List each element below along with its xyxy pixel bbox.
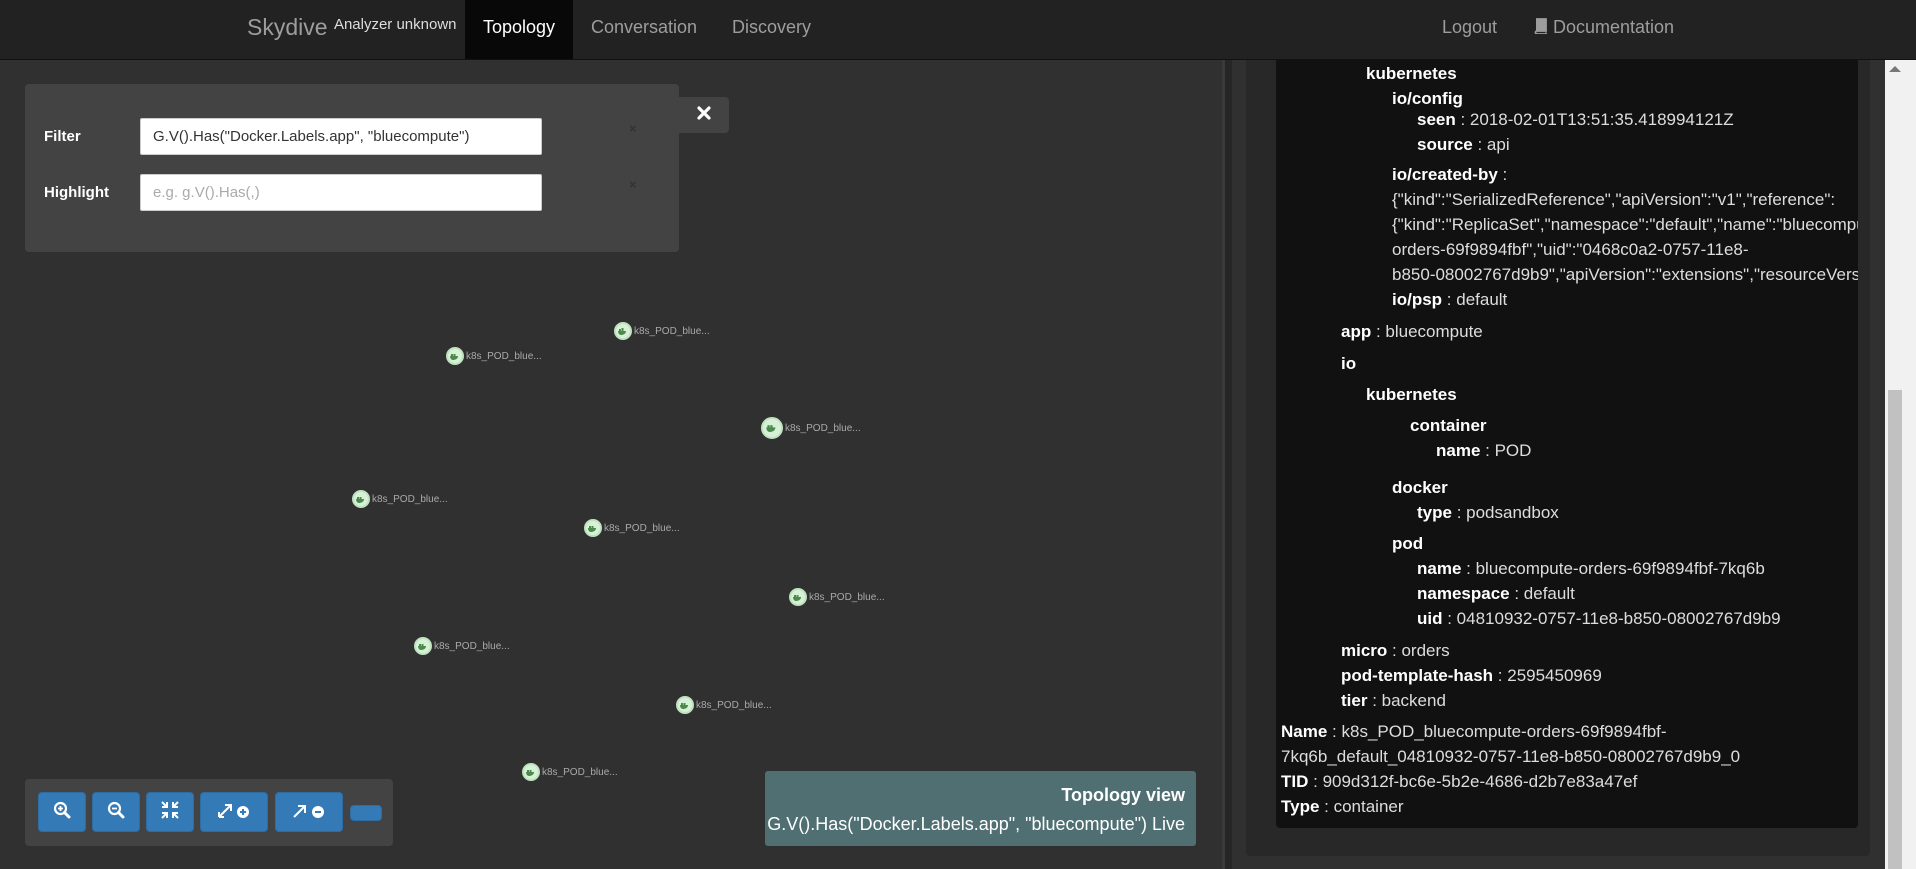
panel-splitter[interactable]	[1222, 60, 1232, 869]
metadata-row: source : api	[1417, 135, 1510, 154]
docker-icon	[446, 347, 464, 365]
collapse-button[interactable]	[275, 792, 343, 832]
metadata-scrollbar[interactable]	[1885, 60, 1916, 869]
logout-link[interactable]: Logout	[1442, 0, 1497, 59]
metadata-row: io/psp : default	[1392, 290, 1508, 309]
node-label: k8s_POD_blue...	[809, 592, 885, 603]
docker-icon	[761, 417, 783, 439]
scroll-up-arrow[interactable]	[1889, 66, 1901, 72]
metadata-row: TID : 909d312f-bc6e-5b2e-4686-d2b7e83a47…	[1281, 772, 1638, 791]
highlight-label: Highlight	[44, 184, 109, 201]
metadata-row: seen : 2018-02-01T13:51:35.418994121Z	[1417, 110, 1734, 129]
documentation-link[interactable]: Documentation	[1534, 0, 1674, 59]
brand[interactable]: Skydive Analyzer unknown	[247, 14, 457, 41]
metadata-row: io	[1341, 354, 1357, 373]
extra-toggle-button[interactable]	[350, 805, 382, 821]
filter-clear-icon[interactable]: ×	[629, 122, 637, 135]
metadata-row: type : podsandbox	[1417, 503, 1559, 522]
zoom-in-button[interactable]	[38, 792, 86, 832]
compress-icon	[161, 800, 179, 824]
node-label: k8s_POD_blue...	[372, 494, 448, 505]
metadata-row: docker	[1392, 478, 1448, 497]
close-filter-button[interactable]	[679, 97, 729, 133]
book-icon	[1534, 1, 1548, 55]
highlight-input[interactable]	[140, 174, 542, 211]
docker-icon	[352, 490, 370, 508]
metadata-row: io/config	[1392, 89, 1463, 108]
tab-conversation[interactable]: Conversation	[591, 0, 697, 59]
metadata-row: {"kind":"ReplicaSet","namespace":"defaul…	[1392, 215, 1858, 234]
tab-label: Discovery	[732, 17, 812, 37]
close-icon	[696, 105, 712, 126]
metadata-row: container	[1410, 416, 1487, 435]
zoom-fit-button[interactable]	[146, 792, 194, 832]
docker-icon	[676, 696, 694, 714]
expand-plus-icon	[217, 801, 251, 824]
node-label: k8s_POD_blue...	[696, 700, 772, 711]
expand-button[interactable]	[200, 792, 268, 832]
node-label: k8s_POD_blue...	[785, 423, 861, 434]
metadata-row: b850-08002767d9b9","apiVersion":"extensi…	[1392, 265, 1858, 284]
metadata-row: pod	[1392, 534, 1424, 553]
node-label: k8s_POD_blue...	[434, 641, 510, 652]
navbar: Skydive Analyzer unknown Topology Conver…	[0, 0, 1916, 60]
metadata-row: micro : orders	[1341, 641, 1450, 660]
metadata-row: name : bluecompute-orders-69f9894fbf-7kq…	[1417, 559, 1765, 578]
brand-subtitle: Analyzer unknown	[333, 16, 457, 33]
documentation-label: Documentation	[1553, 17, 1675, 37]
metadata-row: tier : backend	[1341, 691, 1446, 710]
zoom-out-icon	[107, 801, 125, 824]
metadata-row: Type : container	[1281, 797, 1404, 816]
tab-label: Conversation	[591, 17, 698, 37]
metadata-panel: kubernetes io/config seen : 2018-02-01T1…	[1232, 60, 1916, 869]
metadata-row: {"kind":"SerializedReference","apiVersio…	[1392, 190, 1836, 209]
docker-icon	[414, 637, 432, 655]
node-label: k8s_POD_blue...	[542, 767, 618, 778]
node-label: k8s_POD_blue...	[634, 326, 710, 337]
metadata-row: kubernetes	[1366, 64, 1457, 83]
zoom-out-button[interactable]	[92, 792, 140, 832]
filter-input[interactable]	[140, 118, 542, 155]
zoom-in-icon	[53, 801, 71, 824]
metadata-row: orders-69f9894fbf","uid":"0468c0a2-0757-…	[1392, 240, 1749, 259]
scroll-thumb[interactable]	[1888, 390, 1902, 869]
metadata-row: Name : k8s_POD_bluecompute-orders-69f989…	[1281, 722, 1667, 741]
topology-view-query: G.V().Has("Docker.Labels.app", "bluecomp…	[767, 814, 1185, 834]
tab-topology[interactable]: Topology	[465, 0, 573, 59]
node-label: k8s_POD_blue...	[466, 351, 542, 362]
metadata-box: kubernetes io/config seen : 2018-02-01T1…	[1276, 60, 1858, 828]
docker-icon	[789, 588, 807, 606]
brand-name: Skydive	[247, 14, 328, 40]
node-label: k8s_POD_blue...	[604, 523, 680, 534]
metadata-row: namespace : default	[1417, 584, 1575, 603]
filter-panel: Filter × Highlight ×	[25, 84, 679, 252]
filter-label: Filter	[44, 128, 81, 145]
metadata-row: kubernetes	[1366, 385, 1457, 404]
docker-icon	[614, 322, 632, 340]
collapse-minus-icon	[292, 801, 326, 824]
metadata-row: uid : 04810932-0757-11e8-b850-08002767d9…	[1417, 609, 1781, 628]
highlight-clear-icon[interactable]: ×	[629, 178, 637, 191]
metadata-row: name : POD	[1436, 441, 1532, 460]
topology-view-title: Topology view	[1061, 785, 1185, 805]
tab-discovery[interactable]: Discovery	[732, 0, 811, 59]
logout-label: Logout	[1442, 17, 1498, 37]
metadata-row: 7kq6b_default_04810932-0757-11e8-b850-08…	[1281, 747, 1741, 766]
tab-label: Topology	[482, 17, 556, 37]
metadata-row: app : bluecompute	[1341, 322, 1483, 341]
metadata-row: pod-template-hash : 2595450969	[1341, 666, 1602, 685]
docker-icon	[584, 519, 602, 537]
zoom-toolbar	[25, 779, 393, 846]
metadata-row: io/created-by :	[1392, 165, 1508, 184]
docker-icon	[522, 763, 540, 781]
topology-view-info: Topology view G.V().Has("Docker.Labels.a…	[765, 771, 1196, 846]
